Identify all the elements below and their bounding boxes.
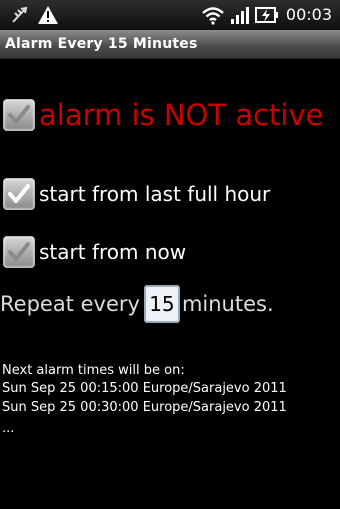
next-alarms-more: ... — [2, 421, 15, 436]
status-time: 00:03 — [285, 5, 332, 24]
checkmark-icon — [8, 184, 30, 203]
next-alarm-time: Sun Sep 25 00:30:00 Europe/Sarajevo 2011 — [2, 400, 287, 415]
warning-icon — [36, 0, 60, 30]
repeat-prefix: Repeat every — [0, 292, 140, 316]
start-now-label: start from now — [39, 240, 187, 264]
repeat-suffix: minutes. — [181, 292, 274, 316]
option-last-full-hour[interactable]: start from last full hour — [3, 178, 270, 210]
last-full-hour-label: start from last full hour — [39, 182, 271, 206]
signal-icon — [229, 0, 251, 30]
battery-charging-icon — [254, 0, 280, 30]
repeat-minutes-input[interactable] — [143, 285, 180, 323]
option-start-now[interactable]: start from now — [3, 236, 186, 268]
status-bar: 00:03 — [0, 0, 340, 30]
next-alarm-time: Sun Sep 25 00:15:00 Europe/Sarajevo 2011 — [2, 381, 287, 396]
repeat-row: Repeat every minutes. — [0, 284, 274, 324]
last-full-hour-checkbox[interactable] — [3, 178, 35, 210]
start-now-checkbox[interactable] — [3, 236, 35, 268]
alarm-toggle[interactable]: alarm is NOT active — [3, 98, 323, 132]
wifi-icon — [200, 0, 226, 30]
checkmark-icon — [8, 242, 30, 261]
alarm-checkbox[interactable] — [3, 99, 35, 131]
usb-debug-icon — [8, 0, 32, 30]
next-alarms-title: Next alarm times will be on: — [2, 363, 185, 378]
title-bar: Alarm Every 15 Minutes — [0, 30, 340, 59]
app-title: Alarm Every 15 Minutes — [5, 36, 198, 52]
alarm-status-label: alarm is NOT active — [39, 98, 324, 132]
checkmark-icon — [8, 105, 30, 124]
